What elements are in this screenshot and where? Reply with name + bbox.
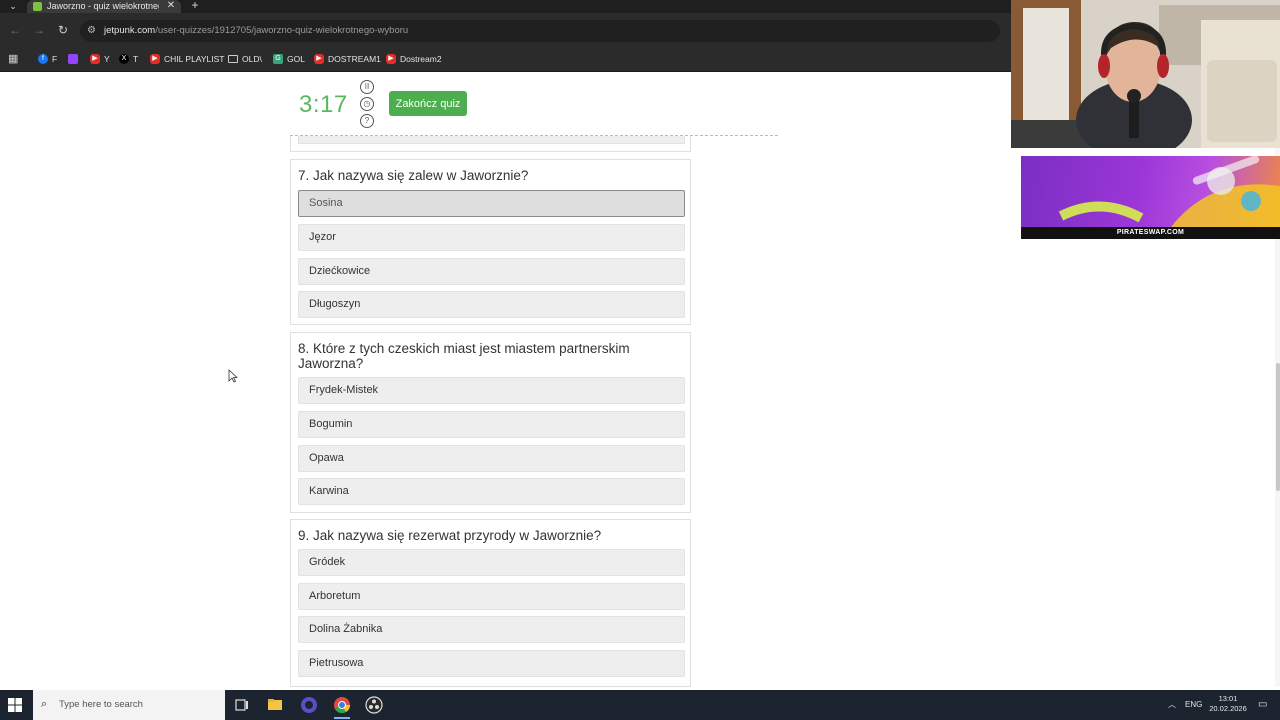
bookmark-folder-old[interactable]: OLD\ <box>228 52 262 66</box>
question-title: 8. Które z tych czeskich miast jest mias… <box>298 341 630 371</box>
question-card: 8. Które z tych czeskich miast jest mias… <box>290 332 691 513</box>
address-bar[interactable]: ⚙ jetpunk.com/user-quizzes/1912705/jawor… <box>80 20 1000 42</box>
bookmark-label: CHIL PLAYLIST <box>164 54 225 64</box>
bookmark-label: F <box>52 54 58 64</box>
obs-icon[interactable] <box>362 694 386 716</box>
clock-icon[interactable]: ◷ <box>360 97 374 111</box>
bookmark-label: GOL <box>287 54 305 64</box>
webcam-image <box>1011 0 1280 148</box>
bookmark-chil-playlist[interactable]: ▶ CHIL PLAYLIST <box>150 52 224 66</box>
bookmark-label: Dostream2 <box>400 54 442 64</box>
youtube-icon: ▶ <box>150 54 160 64</box>
promo-text: PIRATESWAP.COM <box>1116 229 1185 236</box>
question-card-previous <box>290 136 691 152</box>
bookmark-x[interactable]: X T <box>119 52 138 66</box>
answer-option[interactable] <box>298 136 685 144</box>
reload-icon[interactable]: ↻ <box>54 21 72 39</box>
quiz-timer: 3:17 <box>299 91 348 118</box>
opera-gx-icon[interactable] <box>297 694 321 716</box>
bookmarks-bar: ▦ f F ▶ Y X T ▶ CHIL PLAYLIST OLD\ G GOL <box>0 47 1011 72</box>
help-icon[interactable]: ? <box>360 114 374 128</box>
search-icon: ⌕ <box>41 698 48 710</box>
bookmark-dostream1[interactable]: ▶ DOSTREAM1 <box>314 52 381 66</box>
question-card: 7. Jak nazywa się zalew w Jaworznie? Sos… <box>290 159 691 325</box>
answer-option[interactable]: Sosina <box>298 190 685 217</box>
answer-option[interactable]: Jęzor <box>298 224 685 251</box>
tab-active[interactable]: Jaworzno - quiz wielokrotnego wyboru ✕ <box>27 0 181 13</box>
question-title: 7. Jak nazywa się zalew w Jaworznie? <box>298 168 529 183</box>
url-path: /user-quizzes/1912705/jaworzno-quiz-wiel… <box>155 25 409 36</box>
bookmark-label: DOSTREAM1 <box>328 54 381 64</box>
answer-option[interactable]: Karwina <box>298 478 685 505</box>
search-placeholder: Type here to search <box>59 699 143 710</box>
tab-title: Jaworzno - quiz wielokrotnego wyboru <box>47 1 159 11</box>
apps-grid-icon[interactable]: ▦ <box>8 53 20 65</box>
youtube-icon: ▶ <box>90 54 100 64</box>
youtube-icon: ▶ <box>314 54 324 64</box>
browser-toolbar: ← → ↻ ⚙ jetpunk.com/user-quizzes/1912705… <box>0 13 1011 47</box>
tray-chevron-icon[interactable]: ︿ <box>1168 690 1176 720</box>
screen: ⌄ Jaworzno - quiz wielokrotnego wyboru ✕… <box>0 0 1280 720</box>
bookmark-facebook[interactable]: f F <box>38 52 57 66</box>
bookmark-youtube[interactable]: ▶ Y <box>90 52 110 66</box>
webcam-overlay <box>1011 0 1280 148</box>
new-tab-icon[interactable]: + <box>188 0 202 12</box>
youtube-icon: ▶ <box>386 54 396 64</box>
answer-option[interactable]: Arboretum <box>298 583 685 610</box>
language-indicator[interactable]: ENG <box>1185 690 1202 720</box>
mouse-cursor-icon <box>228 369 238 383</box>
clock-time: 13:01 <box>1218 694 1238 703</box>
taskbar: ⌕ Type here to search ︿ ENG 13:01 20.02.… <box>0 690 1280 720</box>
answer-option[interactable]: Opawa <box>298 445 685 472</box>
bookmark-dostream2[interactable]: ▶ Dostream2 <box>386 52 442 66</box>
facebook-icon: f <box>38 54 48 64</box>
folder-icon <box>228 55 238 63</box>
tab-close-icon[interactable]: ✕ <box>165 0 177 12</box>
bookmark-twitch[interactable] <box>68 52 78 66</box>
task-view-icon[interactable] <box>230 694 254 716</box>
answer-option[interactable]: Pietrusowa <box>298 650 685 677</box>
taskbar-clock[interactable]: 13:01 20.02.2026 <box>1208 694 1248 714</box>
answer-option[interactable]: Dolina Żabnika <box>298 616 685 643</box>
windows-start-icon[interactable] <box>8 698 22 712</box>
bookmark-gol[interactable]: G GOL <box>273 52 305 66</box>
url-host: jetpunk.com <box>104 25 156 36</box>
bookmark-label: Y <box>104 54 110 64</box>
tab-search-icon[interactable]: ⌄ <box>4 0 22 12</box>
tab-strip: ⌄ Jaworzno - quiz wielokrotnego wyboru ✕… <box>0 0 1011 13</box>
twitch-icon <box>68 54 78 64</box>
finish-quiz-button[interactable]: Zakończ quiz <box>389 91 467 116</box>
promo-banner: PIRATESWAP.COM <box>1021 156 1280 239</box>
address-url: jetpunk.com/user-quizzes/1912705/jaworzn… <box>104 20 408 42</box>
back-icon[interactable]: ← <box>6 21 24 39</box>
site-settings-icon[interactable]: ⚙ <box>87 25 99 37</box>
question-title: 9. Jak nazywa się rezerwat przyrody w Ja… <box>298 528 602 543</box>
bookmark-label: T <box>133 54 139 64</box>
answer-option[interactable]: Długoszyn <box>298 291 685 318</box>
taskbar-search[interactable]: ⌕ Type here to search <box>33 690 225 720</box>
file-explorer-icon[interactable] <box>263 694 287 716</box>
chrome-icon[interactable] <box>330 694 354 719</box>
answer-option[interactable]: Frydek-Mistek <box>298 377 685 404</box>
answer-option[interactable]: Dziećkowice <box>298 258 685 285</box>
clock-date: 20.02.2026 <box>1209 704 1247 713</box>
pause-icon[interactable]: II <box>360 80 374 94</box>
jetpunk-favicon-icon <box>33 2 42 11</box>
question-card: 9. Jak nazywa się rezerwat przyrody w Ja… <box>290 519 691 687</box>
scrollbar-thumb[interactable] <box>1276 363 1280 491</box>
gol-icon: G <box>273 54 283 64</box>
answer-option[interactable]: Bogumin <box>298 411 685 438</box>
bookmark-label: OLD\ <box>242 54 262 64</box>
notifications-icon[interactable]: ▭ <box>1258 690 1267 720</box>
promo-art <box>1058 156 1280 227</box>
answer-option[interactable]: Gródek <box>298 549 685 576</box>
forward-icon[interactable]: → <box>30 21 48 39</box>
x-logo-icon: X <box>119 54 129 64</box>
